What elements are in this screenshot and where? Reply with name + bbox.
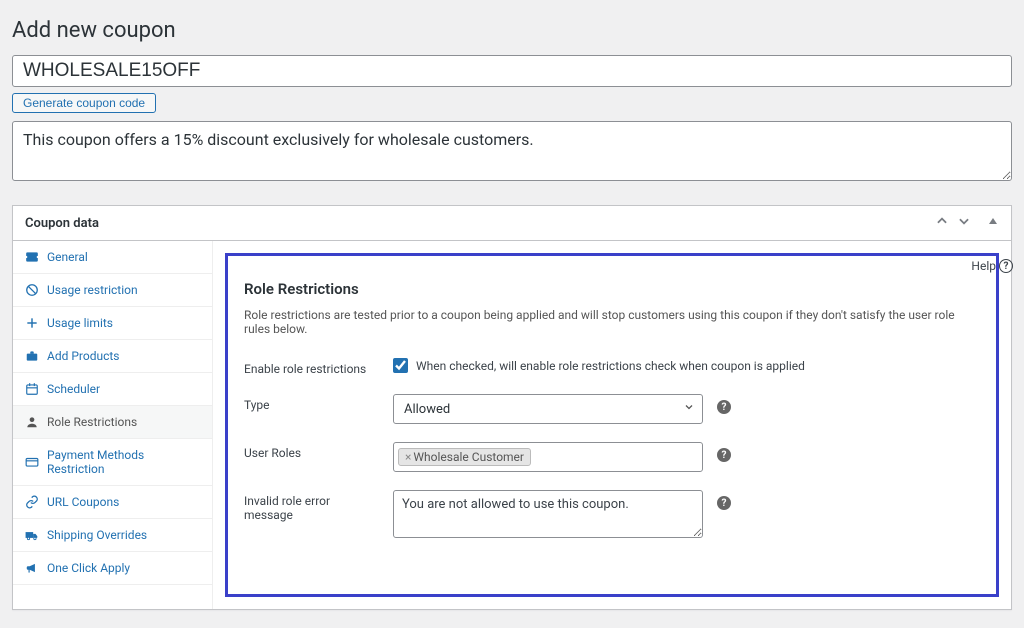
sidebar-item-label: Usage limits: [47, 316, 113, 330]
sidebar-item-label: Shipping Overrides: [47, 528, 147, 542]
sidebar-item-label: Usage restriction: [47, 283, 138, 297]
coupon-code-input[interactable]: [12, 55, 1012, 87]
credit-card-icon: [25, 455, 39, 469]
sidebar-item-label: Add Products: [47, 349, 120, 363]
role-restrictions-section: Role Restrictions Role restrictions are …: [225, 253, 999, 597]
sidebar-item-label: Scheduler: [47, 382, 100, 396]
sidebar-item-label: One Click Apply: [47, 561, 130, 575]
panel-header: Coupon data: [13, 206, 1011, 241]
megaphone-icon: [25, 561, 39, 575]
sidebar-item-label: Payment Methods Restriction: [47, 448, 200, 476]
panel-title: Coupon data: [25, 216, 99, 231]
coupon-data-panel: Coupon data General: [12, 205, 1012, 610]
sidebar-item-one-click-apply[interactable]: One Click Apply: [13, 552, 212, 585]
panel-move-up-icon[interactable]: [935, 214, 949, 232]
tooltip-icon[interactable]: ?: [717, 400, 731, 414]
user-icon: [25, 415, 39, 429]
coupon-description-input[interactable]: [12, 121, 1012, 181]
enable-description: When checked, will enable role restricti…: [416, 359, 805, 373]
enable-role-restrictions-checkbox[interactable]: [393, 358, 408, 373]
question-icon: ?: [999, 259, 1013, 273]
link-icon: [25, 495, 39, 509]
remove-tag-icon[interactable]: ×: [405, 450, 411, 464]
section-description: Role restrictions are tested prior to a …: [244, 308, 980, 336]
user-roles-input[interactable]: × Wholesale Customer: [393, 442, 703, 472]
type-select[interactable]: Allowed: [393, 394, 703, 424]
user-roles-label: User Roles: [244, 442, 379, 460]
sidebar-item-shipping-overrides[interactable]: Shipping Overrides: [13, 519, 212, 552]
plus-icon: [25, 316, 39, 330]
tooltip-icon[interactable]: ?: [717, 496, 731, 510]
sidebar-item-usage-limits[interactable]: Usage limits: [13, 307, 212, 340]
section-title: Role Restrictions: [244, 280, 980, 298]
main-content: Help ? Role Restrictions Role restrictio…: [213, 241, 1011, 609]
type-label: Type: [244, 394, 379, 412]
tooltip-icon[interactable]: ?: [717, 448, 731, 462]
panel-collapse-icon[interactable]: [987, 215, 999, 231]
sidebar-item-general[interactable]: General: [13, 241, 212, 274]
sidebar-item-usage-restriction[interactable]: Usage restriction: [13, 274, 212, 307]
sidebar-item-payment-methods[interactable]: Payment Methods Restriction: [13, 439, 212, 486]
panel-move-down-icon[interactable]: [957, 214, 971, 232]
calendar-icon: [25, 382, 39, 396]
error-message-input[interactable]: [393, 490, 703, 538]
briefcase-icon: [25, 349, 39, 363]
role-tag-label: Wholesale Customer: [413, 450, 524, 464]
sidebar-item-role-restrictions[interactable]: Role Restrictions: [13, 406, 212, 439]
type-select-value: Allowed: [393, 394, 703, 424]
sidebar-item-scheduler[interactable]: Scheduler: [13, 373, 212, 406]
sidebar-item-label: URL Coupons: [47, 495, 119, 509]
truck-icon: [25, 528, 39, 542]
ticket-icon: [25, 250, 39, 264]
sidebar-item-url-coupons[interactable]: URL Coupons: [13, 486, 212, 519]
page-title: Add new coupon: [12, 18, 1012, 43]
generate-coupon-button[interactable]: Generate coupon code: [12, 93, 156, 113]
sidebar-item-label: General: [47, 250, 88, 264]
error-message-label: Invalid role error message: [244, 490, 379, 522]
role-tag[interactable]: × Wholesale Customer: [398, 448, 531, 466]
panel-header-controls: [935, 214, 999, 232]
prohibit-icon: [25, 283, 39, 297]
sidebar-item-add-products[interactable]: Add Products: [13, 340, 212, 373]
sidebar-item-label: Role Restrictions: [47, 415, 137, 429]
coupon-data-sidebar: General Usage restriction Usage limits A…: [13, 241, 213, 609]
enable-label: Enable role restrictions: [244, 358, 379, 376]
